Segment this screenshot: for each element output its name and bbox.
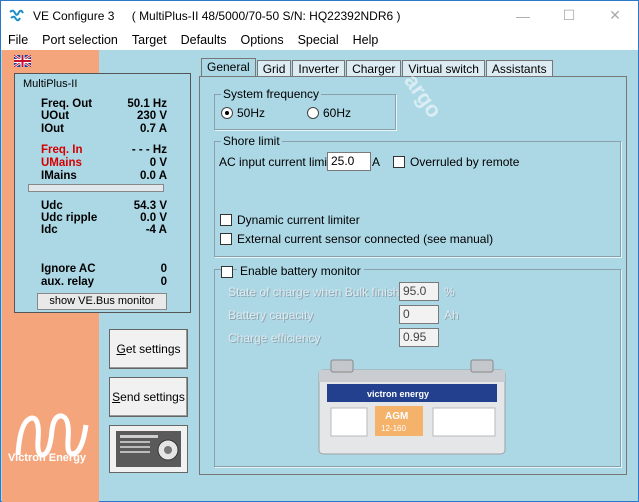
menu-special[interactable]: Special	[291, 33, 346, 47]
device-info: ( MultiPlus-II 48/5000/70-50 S/N: HQ2239…	[131, 8, 401, 23]
charge-efficiency-field[interactable]: 0.95	[399, 328, 439, 347]
overruled-by-remote-label: Overruled by remote	[410, 155, 520, 169]
status-row-idc: Idc -4 A	[41, 224, 167, 236]
status-row-imains: IMains 0.0 A	[41, 170, 167, 182]
status-row-udc-ripple: Udc ripple 0.0 V	[41, 212, 167, 224]
window-title: VE Configure 3 ( MultiPlus-II 48/5000/70…	[33, 9, 415, 23]
radio-50hz[interactable]	[221, 107, 233, 119]
radio-60hz[interactable]	[307, 107, 319, 119]
soc-unit: %	[444, 285, 455, 299]
radio-60hz-label: 60Hz	[323, 106, 352, 120]
radio-50hz-label: 50Hz	[237, 106, 266, 120]
enable-battery-monitor-label: Enable battery monitor	[237, 264, 364, 278]
battery-brand: victron energy	[367, 389, 429, 399]
battery-type: AGM	[385, 411, 408, 422]
external-current-sensor-label: External current sensor connected (see m…	[237, 232, 494, 246]
external-current-sensor-checkbox[interactable]	[220, 233, 232, 245]
show-vebus-monitor-button[interactable]: show VE.Bus monitor	[37, 293, 167, 310]
status-row-uout: UOut 230 V	[41, 110, 167, 122]
app-name: VE Configure 3	[33, 8, 115, 23]
window-controls: — ☐ ✕	[500, 1, 638, 30]
system-frequency-label: System frequency	[221, 87, 322, 101]
battery-capacity-field[interactable]: 0	[399, 305, 439, 324]
menu-port-selection[interactable]: Port selection	[35, 33, 125, 47]
shore-limit-group: Shore limit AC input current limit 25.0 …	[214, 134, 621, 257]
soc-bulk-field[interactable]: 95.0	[399, 282, 439, 301]
uk-flag-icon[interactable]	[14, 55, 31, 67]
battery-capacity-label: Battery capacity	[228, 308, 314, 322]
system-frequency-group: System frequency 50Hz 60Hz	[214, 87, 396, 130]
status-row-freq-out: Freq. Out 50.1 Hz	[41, 98, 167, 110]
get-settings-button[interactable]: Get settings	[109, 329, 188, 369]
menu-help[interactable]: Help	[346, 33, 386, 47]
maximize-button[interactable]: ☐	[546, 1, 592, 30]
dynamic-current-limiter-label: Dynamic current limiter	[237, 213, 360, 227]
close-button[interactable]: ✕	[592, 1, 638, 30]
status-row-freq-in: Freq. In - - - Hz	[41, 144, 167, 156]
status-row-udc: Udc 54.3 V	[41, 200, 167, 212]
ac-input-current-limit-field[interactable]: 25.0	[327, 152, 371, 171]
menu-file[interactable]: File	[1, 33, 35, 47]
app-logo-icon	[9, 9, 24, 21]
menu-options[interactable]: Options	[234, 33, 291, 47]
remote-panel-icon	[116, 431, 181, 467]
status-title: MultiPlus-II	[23, 78, 78, 90]
remote-panel-button[interactable]	[109, 425, 188, 473]
dynamic-current-limiter-checkbox[interactable]	[220, 214, 232, 226]
capacity-unit: Ah	[444, 308, 459, 322]
status-row-umains: UMains 0 V	[41, 157, 167, 169]
ac-input-unit: A	[372, 155, 381, 169]
logo-text: Victron Energy	[8, 452, 87, 464]
battery-model: 12-160	[381, 424, 406, 433]
ac-input-current-limit-label: AC input current limit	[219, 155, 331, 169]
settings-tabs: General Grid Inverter Charger Virtual sw…	[201, 58, 554, 79]
send-settings-button[interactable]: Send settings	[109, 377, 188, 417]
charge-efficiency-label: Charge efficiency	[228, 331, 321, 345]
status-row-aux-relay: aux. relay 0	[41, 276, 167, 288]
menu-target[interactable]: Target	[125, 33, 174, 47]
menu-bar: File Port selection Target Defaults Opti…	[1, 30, 638, 50]
shore-limit-label: Shore limit	[221, 134, 282, 148]
soc-bulk-label: State of charge when Bulk finished	[228, 285, 413, 299]
minimize-button[interactable]: —	[500, 1, 546, 30]
overruled-by-remote-checkbox[interactable]	[393, 156, 405, 168]
enable-battery-monitor-checkbox[interactable]	[221, 266, 233, 278]
menu-defaults[interactable]: Defaults	[174, 33, 234, 47]
main-window: VE Configure 3 ( MultiPlus-II 48/5000/70…	[0, 0, 639, 502]
status-progress-bar	[28, 184, 164, 192]
device-status-panel: MultiPlus-II Freq. Out 50.1 Hz UOut 230 …	[14, 73, 191, 313]
status-row-iout: IOut 0.7 A	[41, 123, 167, 135]
title-bar: VE Configure 3 ( MultiPlus-II 48/5000/70…	[1, 1, 638, 30]
battery-image: victron energy AGM 12-160	[318, 359, 506, 455]
status-row-ignore-ac: Ignore AC 0	[41, 263, 167, 275]
